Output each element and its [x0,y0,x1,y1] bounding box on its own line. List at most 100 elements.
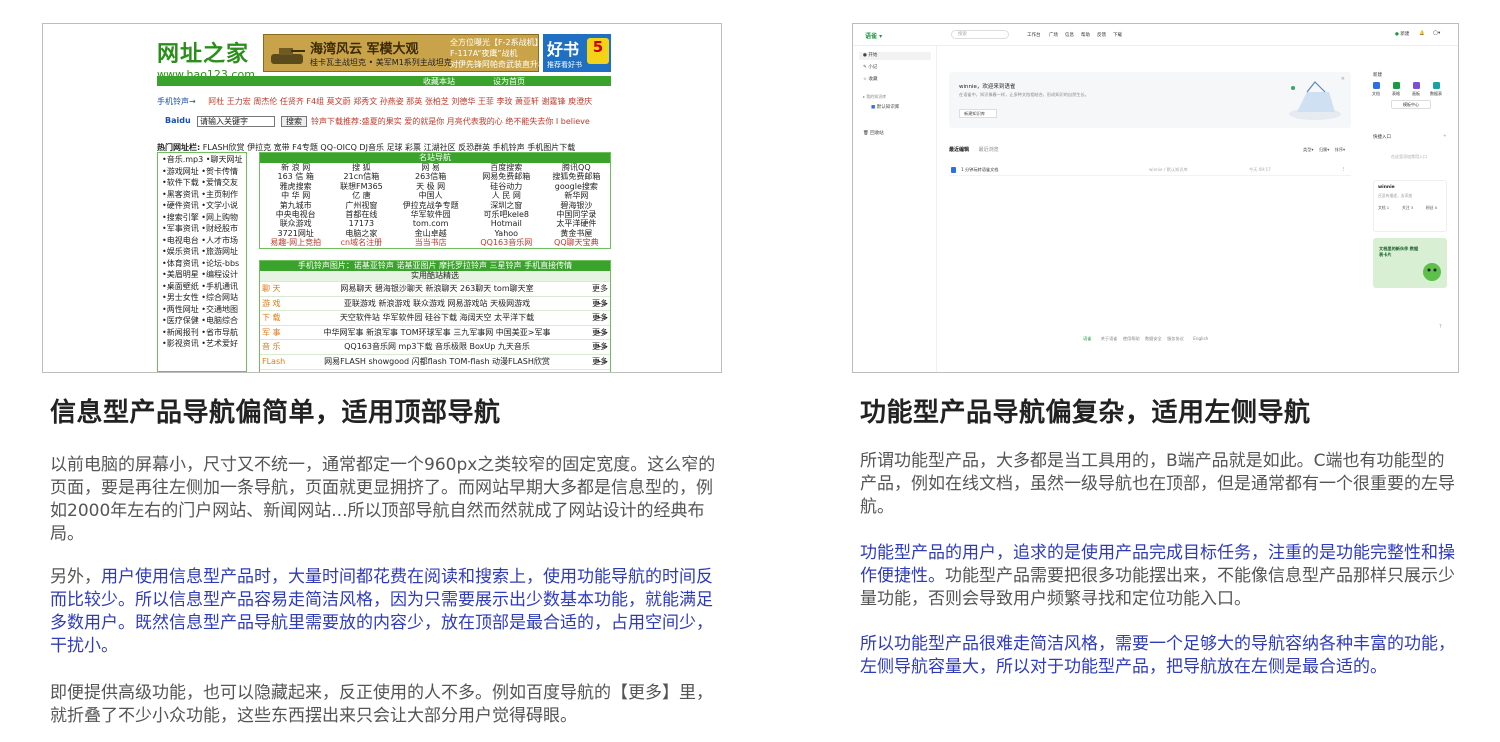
ringtone-label[interactable]: 手机铃声→ [157,97,196,106]
site-link[interactable]: 163 信 箱 [260,172,331,181]
site-link[interactable]: 网易免费邮箱 [470,172,543,181]
singer-links[interactable]: 阿杜 王力宏 周杰伦 任贤齐 F4组 莫文蔚 郑秀文 孙燕姿 那英 张柏芝 刘德… [208,97,592,106]
site-link[interactable]: 易趣-网上竞拍 [260,238,331,247]
category-link[interactable]: •两性网址 •交通地图 [162,304,242,316]
site-link[interactable]: 太平洋硬件 [543,219,610,228]
site-link[interactable]: google搜索 [543,182,610,191]
side-item-my-libraries[interactable]: ▸ 我的知识库 [863,94,886,100]
site-link[interactable]: 当当书店 [391,238,470,247]
set-homepage-link[interactable]: 设为首页 [493,76,525,87]
new-library-button[interactable]: 新建知识库 [959,109,997,118]
nav-help[interactable]: 帮助 [1081,32,1090,38]
more-link[interactable]: 更多>> [580,326,610,352]
category-link[interactable]: •新闻报刊 •省市导航 [162,327,242,339]
site-link[interactable]: 华军软件园 [391,210,470,219]
yuque-search-input[interactable]: 搜索 [951,30,1009,39]
filter-owner[interactable]: 归属 [1319,147,1327,152]
site-link[interactable]: 263信箱 [391,172,470,181]
filter-type[interactable]: 类型 [1303,147,1311,152]
category-links[interactable]: 新浪新闻 新华社 千龙新闻 人民日报 TOM新闻 [294,370,580,373]
tab-recent-edit[interactable]: 最近编辑 [949,147,969,153]
site-link[interactable]: 硅谷动力 [470,182,543,191]
site-link[interactable]: 天 极 网 [391,182,470,191]
category-links[interactable]: QQ163音乐网 mp3下载 音乐极限 BoxUp 九天音乐 [294,340,580,354]
military-banner[interactable]: 海湾风云 军模大观 桂卡瓦主战坦克 • 美军M1系列主战坦克 全方位曝光【F-2… [263,34,546,72]
category-link[interactable]: •桌面壁纸 •手机通讯 [162,281,242,293]
site-link[interactable]: 百度搜索 [470,163,543,172]
nav-feedback[interactable]: 反馈 [1097,32,1106,38]
site-link[interactable]: Yahoo [470,229,543,238]
site-link[interactable]: 新 浪 网 [260,163,331,172]
category-links[interactable]: 亚联游戏 新浪游戏 联众游戏 网易游戏站 天极网游戏 [294,297,580,311]
filter-sort[interactable]: 排序 [1335,147,1343,152]
search-input[interactable]: 请输入关键字 [197,116,275,127]
category-link[interactable]: •软件下载 •爱情交友 [162,177,242,189]
new-button[interactable]: ● 新建 [1395,31,1409,37]
site-link[interactable]: QQ163音乐网 [470,238,543,247]
category-links[interactable]: 天空软件站 华军软件园 硅谷下载 海阔天空 太平洋下载 [294,311,580,325]
site-link[interactable]: 雅虎搜索 [260,182,331,191]
side-item-favorites[interactable]: ☆ 收藏 [863,76,877,82]
site-link[interactable]: 伊拉克战争专题 [391,201,470,210]
nav-download[interactable]: 下载 [1113,32,1122,38]
side-item-start[interactable]: ● 开始 [859,52,931,60]
site-link[interactable]: 首都在线 [331,210,391,219]
site-link[interactable]: 中国人 [391,191,470,200]
ringtone-recommend[interactable]: 铃声下载推荐:盛夏的果实 爱的就是你 月亮代表我的心 绝不能失去你 I beli… [311,116,590,127]
sheet-icon[interactable] [1393,82,1400,89]
more-link[interactable]: 更多>> [580,311,610,337]
yuque-logo[interactable]: 语雀 ▾ [865,31,882,40]
more-link[interactable]: 更多>> [580,370,610,373]
site-link[interactable]: QQ聊天宝典 [543,238,610,247]
close-icon[interactable]: × [1341,76,1345,82]
avatar[interactable]: ◯▾ [1433,31,1440,36]
site-link[interactable]: tom.com [391,219,470,228]
site-link[interactable]: 搜 狐 [331,163,391,172]
side-item-default-library[interactable]: ■ 默认知识库 [871,104,899,110]
category-link[interactable]: •电视电台 •人才市场 [162,235,242,247]
site-link[interactable]: 腾讯QQ [543,163,610,172]
site-link[interactable]: 17173 [331,219,391,228]
doc-row[interactable]: 1 分钟玩转语雀文档 winnie / 默认知识库 今天 09:17 ⋮ [949,164,1351,176]
more-link[interactable]: 更多>> [580,282,610,308]
site-link[interactable]: 21cn信箱 [331,172,391,181]
site-link[interactable]: 黄金书屋 [543,229,610,238]
category-link[interactable]: •硬件资讯 •文学小说 [162,200,242,212]
category-link[interactable]: •男士女性 •综合网站 [162,292,242,304]
more-link[interactable]: 更多>> [580,355,610,372]
site-link[interactable]: 电脑之家 [331,229,391,238]
datatable-promo-card[interactable]: 文档里的新伙伴 数据表卡片 [1373,238,1447,288]
category-link[interactable]: •体育资讯 •论坛-bbs [162,258,242,270]
help-icon[interactable]: ? [1439,324,1442,330]
site-link[interactable]: 广州视窗 [331,201,391,210]
category-link[interactable]: •音乐.mp3 •聊天网址 [162,154,242,166]
site-link[interactable]: 人 民 网 [470,191,543,200]
nav-messages[interactable]: 信息 [1065,32,1074,38]
site-link[interactable]: 深圳之窗 [470,201,543,210]
nav-square[interactable]: 广场 [1049,32,1058,38]
hot-links[interactable]: FLASH欣赏 伊拉克 宽带 F4专题 QQ-OICQ DJ音乐 足球 彩票 江… [203,143,575,152]
category-link[interactable]: •黑客资讯 •主页制作 [162,189,242,201]
add-icon[interactable]: + [1443,134,1447,139]
site-link[interactable]: 联想FM365 [331,182,391,191]
site-link[interactable]: 搜狐免费邮箱 [543,172,610,181]
site-link[interactable]: 碧海银沙 [543,201,610,210]
board-icon[interactable] [1413,82,1420,89]
category-link[interactable]: •医疗保健 •电脑综合 [162,315,242,327]
search-button[interactable]: 搜索 [281,116,307,127]
site-link[interactable]: 第九城市 [260,201,331,210]
category-link[interactable]: •娱乐资讯 •旅游网址 [162,246,242,258]
tab-recent-view[interactable]: 最近浏览 [979,147,999,153]
category-links[interactable]: 网易FLASH showgood 闪都flash TOM-flash 动漫FLA… [294,355,580,369]
doc-icon[interactable] [1373,82,1380,89]
book-banner[interactable]: 好书 5 推荐看好书 [543,34,611,72]
site-link[interactable]: 亿 唐 [331,191,391,200]
side-item-trash[interactable]: 🗑 回收站 [863,130,884,136]
more-icon[interactable]: ⋮ [1341,166,1345,171]
template-center-button[interactable]: 模板中心 [1391,100,1431,109]
site-link[interactable]: cn域名注册 [331,238,391,247]
site-link[interactable]: 金山卓越 [391,229,470,238]
datatable-icon[interactable] [1433,82,1440,89]
category-links[interactable]: 网易聊天 碧海银沙聊天 新浪聊天 263聊天 tom聊天室 [294,282,580,296]
nav-workbench[interactable]: 工作台 [1027,32,1041,38]
